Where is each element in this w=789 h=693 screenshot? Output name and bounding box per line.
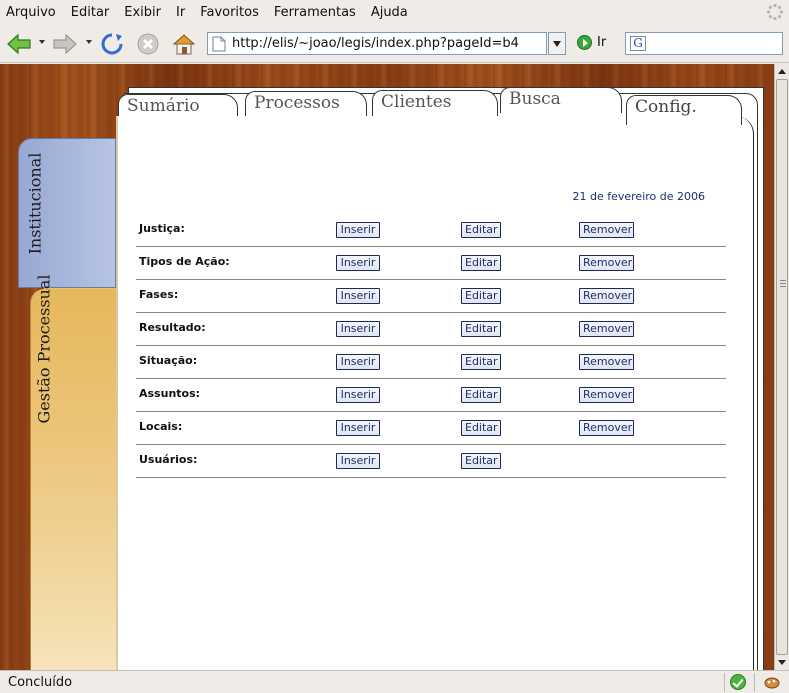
row-label: Usuários:: [139, 453, 198, 466]
menu-ir[interactable]: Ir: [176, 5, 185, 20]
thumb-grip-icon: [780, 280, 786, 281]
table-row: Situação: Inserir Editar Remover: [136, 346, 726, 379]
insert-button[interactable]: Inserir: [336, 288, 380, 304]
table-row: Assuntos: Inserir Editar Remover: [136, 379, 726, 412]
insert-button[interactable]: Inserir: [336, 222, 380, 238]
status-bar: Concluído: [0, 670, 789, 693]
address-bar[interactable]: http://elis/~joao/legis/index.php?pageId…: [207, 32, 547, 55]
table-row: Justiça: Inserir Editar Remover: [136, 214, 726, 247]
menu-ferramentas[interactable]: Ferramentas: [274, 5, 356, 20]
thumb-grip-icon: [780, 283, 786, 284]
vertical-scrollbar[interactable]: [774, 64, 789, 670]
edit-button[interactable]: Editar: [461, 420, 501, 436]
side-tab-institucional-label: Institucional: [25, 152, 45, 255]
forward-arrow-icon: [53, 33, 77, 55]
menu-favoritos[interactable]: Favoritos: [200, 5, 259, 20]
edit-button[interactable]: Editar: [461, 288, 501, 304]
row-label: Justiça:: [139, 222, 185, 235]
row-label: Situação:: [139, 354, 198, 367]
validation-check-icon[interactable]: [730, 674, 746, 690]
throbber-icon: [766, 3, 784, 21]
go-button[interactable]: Ir: [577, 35, 606, 50]
row-label: Assuntos:: [139, 387, 201, 400]
insert-button[interactable]: Inserir: [336, 420, 380, 436]
menu-exibir[interactable]: Exibir: [124, 5, 161, 20]
side-tab-institucional[interactable]: Institucional: [18, 138, 116, 288]
table-row: Locais: Inserir Editar Remover: [136, 412, 726, 445]
edit-button[interactable]: Editar: [461, 222, 501, 238]
go-label: Ir: [597, 35, 607, 50]
tab-processos[interactable]: Processos: [245, 91, 367, 117]
address-text: http://elis/~joao/legis/index.php?pageId…: [232, 36, 519, 51]
reload-button[interactable]: [99, 31, 125, 57]
extension-icon[interactable]: [764, 675, 780, 689]
menu-arquivo[interactable]: Arquivo: [6, 5, 56, 20]
remove-button[interactable]: Remover: [579, 288, 634, 304]
status-separator: [724, 673, 725, 692]
row-label: Fases:: [139, 288, 179, 301]
address-dropdown-button[interactable]: [548, 32, 566, 55]
forward-dropdown-icon[interactable]: [86, 40, 92, 44]
menu-editar[interactable]: Editar: [71, 5, 110, 20]
edit-button[interactable]: Editar: [461, 387, 501, 403]
table-row: Usuários: Inserir Editar: [136, 445, 726, 478]
table-row: Fases: Inserir Editar Remover: [136, 280, 726, 313]
remove-button[interactable]: Remover: [579, 321, 634, 337]
side-tab-gestao-label: Gestão Processual: [34, 274, 54, 424]
insert-button[interactable]: Inserir: [336, 453, 380, 469]
back-arrow-icon: [7, 33, 31, 55]
scroll-down-arrow-icon[interactable]: [775, 656, 789, 670]
status-text: Concluído: [8, 675, 73, 690]
scroll-up-arrow-icon[interactable]: [775, 64, 789, 78]
tab-busca[interactable]: Busca: [500, 87, 622, 113]
remove-button[interactable]: Remover: [579, 354, 634, 370]
google-search-icon[interactable]: G: [630, 36, 646, 51]
edit-button[interactable]: Editar: [461, 321, 501, 337]
remove-button[interactable]: Remover: [579, 255, 634, 271]
insert-button[interactable]: Inserir: [336, 354, 380, 370]
thumb-grip-icon: [780, 286, 786, 287]
home-button[interactable]: [171, 31, 197, 57]
edit-button[interactable]: Editar: [461, 354, 501, 370]
menu-ajuda[interactable]: Ajuda: [371, 5, 408, 20]
back-dropdown-icon[interactable]: [39, 40, 45, 44]
table-row: Tipos de Ação: Inserir Editar Remover: [136, 247, 726, 280]
row-label: Tipos de Ação:: [139, 255, 230, 268]
remove-button[interactable]: Remover: [579, 222, 634, 238]
insert-button[interactable]: Inserir: [336, 387, 380, 403]
back-button[interactable]: [6, 31, 32, 57]
remove-button[interactable]: Remover: [579, 387, 634, 403]
insert-button[interactable]: Inserir: [336, 321, 380, 337]
tab-config[interactable]: Config.: [626, 95, 742, 125]
edit-button[interactable]: Editar: [461, 255, 501, 271]
row-label: Locais:: [139, 420, 183, 433]
forward-button[interactable]: [52, 31, 78, 57]
menu-bar: Arquivo Editar Exibir Ir Favoritos Ferra…: [0, 0, 789, 25]
config-table: Justiça: Inserir Editar Remover Tipos de…: [136, 214, 726, 478]
tab-clientes[interactable]: Clientes: [372, 90, 498, 116]
page-icon: [212, 36, 226, 51]
go-icon: [577, 35, 592, 50]
home-icon: [172, 34, 196, 55]
stop-button[interactable]: [135, 31, 161, 57]
scrollbar-thumb[interactable]: [776, 79, 788, 655]
status-separator: [754, 673, 755, 692]
table-row: Resultado: Inserir Editar Remover: [136, 313, 726, 346]
page-viewport: Institucional Gestão Processual Sumário …: [0, 64, 774, 670]
side-tab-gestao-processual[interactable]: Gestão Processual: [30, 274, 116, 670]
insert-button[interactable]: Inserir: [336, 255, 380, 271]
search-box[interactable]: G: [625, 32, 783, 55]
row-label: Resultado:: [139, 321, 206, 334]
stop-icon: [137, 33, 159, 55]
reload-icon: [101, 33, 123, 55]
remove-button[interactable]: Remover: [579, 420, 634, 436]
edit-button[interactable]: Editar: [461, 453, 501, 469]
current-date: 21 de fevereiro de 2006: [572, 190, 705, 203]
